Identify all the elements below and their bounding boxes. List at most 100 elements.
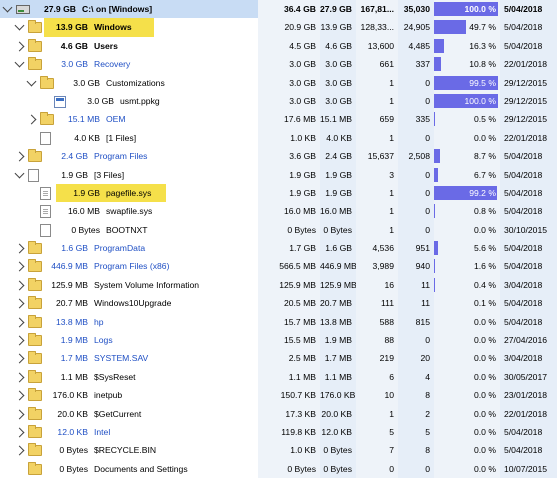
percent-text: 10.8 % [469, 59, 496, 69]
name-cell[interactable]: 16.0 MBswapfile.sys [0, 202, 258, 220]
name-cell[interactable]: 27.9 GBC:\ on [Windows] [0, 0, 258, 18]
tree-row[interactable]: 0 BytesDocuments and Settings0 Bytes0 By… [0, 460, 557, 478]
folders-cell: 0 [398, 202, 434, 220]
size-cell: 12.0 KB [320, 423, 356, 441]
date-cell: 5/04/2018 [500, 147, 557, 165]
tree-row[interactable]: 3.0 GBCustomizations3.0 GB3.0 GB1099.5 %… [0, 74, 557, 92]
percent-text: 0.1 % [474, 298, 496, 308]
name-cell[interactable]: 20.0 KB$GetCurrent [0, 405, 258, 423]
tree-row[interactable]: 20.7 MBWindows10Upgrade20.5 MB20.7 MB111… [0, 294, 557, 312]
chevron-right-icon[interactable] [15, 262, 25, 272]
size-label: 1.9 GB [56, 184, 100, 202]
chevron-down-icon[interactable] [15, 168, 25, 178]
tree-row[interactable]: 12.0 KBIntel119.8 KB12.0 KB550.0 %5/04/2… [0, 423, 557, 441]
tree-row[interactable]: 1.9 GBpagefile.sys1.9 GB1.9 GB1099.2 %5/… [0, 184, 557, 202]
tree-row[interactable]: 125.9 MBSystem Volume Information125.9 M… [0, 276, 557, 294]
chevron-right-icon[interactable] [15, 409, 25, 419]
tree-row[interactable]: 13.8 MBhp15.7 MB13.8 MB5888150.0 %5/04/2… [0, 313, 557, 331]
folder-icon [28, 41, 42, 52]
chevron-right-icon[interactable] [15, 336, 25, 346]
name-cell[interactable]: 1.1 MB$SysReset [0, 368, 258, 386]
name-cell[interactable]: 3.0 GBCustomizations [0, 74, 258, 92]
files-cell: 13,600 [356, 37, 398, 55]
name-cell[interactable]: 1.7 MBSYSTEM.SAV [0, 349, 258, 367]
tree-row[interactable]: 0 Bytes$RECYCLE.BIN1.0 KB0 Bytes780.0 %5… [0, 441, 557, 459]
chevron-down-icon[interactable] [15, 58, 25, 68]
name-cell[interactable]: 20.7 MBWindows10Upgrade [0, 294, 258, 312]
name-cell[interactable]: 0 Bytes$RECYCLE.BIN [0, 441, 258, 459]
tree-row[interactable]: 3.0 GBRecovery3.0 GB3.0 GB66133710.8 %22… [0, 55, 557, 73]
tree-row[interactable]: 1.1 MB$SysReset1.1 MB1.1 MB640.0 %30/05/… [0, 368, 557, 386]
chevron-right-icon[interactable] [15, 391, 25, 401]
chevron-down-icon[interactable] [27, 76, 37, 86]
allocated-cell: 3.0 GB [258, 74, 320, 92]
name-cell[interactable]: 4.0 KB[1 Files] [0, 129, 258, 147]
name-cell[interactable]: 0 BytesBOOTNXT [0, 221, 258, 239]
chevron-right-icon[interactable] [15, 41, 25, 51]
tree-row[interactable]: 0 BytesBOOTNXT0 Bytes0 Bytes100.0 %30/10… [0, 221, 557, 239]
name-cell[interactable]: 2.4 GBProgram Files [0, 147, 258, 165]
name-cell[interactable]: 12.0 KBIntel [0, 423, 258, 441]
name-cell[interactable]: 3.0 GBusmt.ppkg [0, 92, 258, 110]
name-cell[interactable]: 0 BytesDocuments and Settings [0, 460, 258, 478]
chevron-right-icon[interactable] [15, 428, 25, 438]
name-cell[interactable]: 1.9 GBpagefile.sys [0, 184, 258, 202]
name-cell[interactable]: 125.9 MBSystem Volume Information [0, 276, 258, 294]
percent-text: 6.7 % [474, 170, 496, 180]
chevron-right-icon[interactable] [15, 280, 25, 290]
size-label: 4.0 KB [56, 129, 100, 147]
files-cell: 219 [356, 349, 398, 367]
chevron-down-icon[interactable] [15, 21, 25, 31]
date-cell: 29/12/2015 [500, 110, 557, 128]
percent-text: 0.8 % [474, 206, 496, 216]
tree-row[interactable]: 20.0 KB$GetCurrent17.3 KB20.0 KB120.0 %2… [0, 405, 557, 423]
files-cell: 5 [356, 423, 398, 441]
date-cell: 3/04/2018 [500, 349, 557, 367]
folders-cell: 11 [398, 294, 434, 312]
percent-cell: 49.7 % [434, 18, 500, 36]
chevron-right-icon[interactable] [15, 299, 25, 309]
chevron-right-icon[interactable] [15, 372, 25, 382]
tree-row[interactable]: 4.0 KB[1 Files]1.0 KB4.0 KB100.0 %22/01/… [0, 129, 557, 147]
tree-row[interactable]: 4.6 GBUsers4.5 GB4.6 GB13,6004,48516.3 %… [0, 37, 557, 55]
name-cell[interactable]: 176.0 KBinetpub [0, 386, 258, 404]
tree-row[interactable]: 27.9 GBC:\ on [Windows]36.4 GB27.9 GB167… [0, 0, 557, 18]
tree-row[interactable]: 1.9 GB[3 Files]1.9 GB1.9 GB306.7 %5/04/2… [0, 166, 557, 184]
percent-cell: 0.5 % [434, 110, 500, 128]
chevron-right-icon[interactable] [15, 244, 25, 254]
tree-row[interactable]: 1.9 MBLogs15.5 MB1.9 MB8800.0 %27/04/201… [0, 331, 557, 349]
files-cell: 88 [356, 331, 398, 349]
name-cell[interactable]: 13.9 GBWindows [0, 18, 258, 36]
chevron-down-icon[interactable] [3, 3, 13, 13]
name-cell[interactable]: 13.8 MBhp [0, 313, 258, 331]
tree-row[interactable]: 1.6 GBProgramData1.7 GB1.6 GB4,5369515.6… [0, 239, 557, 257]
size-label: 176.0 KB [44, 386, 88, 404]
chevron-right-icon[interactable] [15, 317, 25, 327]
name-cell[interactable]: 4.6 GBUsers [0, 37, 258, 55]
item-name: C:\ on [Windows] [82, 0, 152, 18]
chevron-right-icon[interactable] [15, 354, 25, 364]
tree-row[interactable]: 3.0 GBusmt.ppkg3.0 GB3.0 GB10100.0 %29/1… [0, 92, 557, 110]
name-cell[interactable]: 15.1 MBOEM [0, 110, 258, 128]
chevron-right-icon[interactable] [15, 152, 25, 162]
tree-row[interactable]: 15.1 MBOEM17.6 MB15.1 MB6593350.5 %29/12… [0, 110, 557, 128]
date-cell: 5/04/2018 [500, 423, 557, 441]
name-cell[interactable]: 1.6 GBProgramData [0, 239, 258, 257]
tree-row[interactable]: 16.0 MBswapfile.sys16.0 MB16.0 MB100.8 %… [0, 202, 557, 220]
item-name: ProgramData [94, 239, 145, 257]
tree-row[interactable]: 2.4 GBProgram Files3.6 GB2.4 GB15,6372,5… [0, 147, 557, 165]
name-cell[interactable]: 1.9 MBLogs [0, 331, 258, 349]
percent-cell: 0.1 % [434, 294, 500, 312]
folder-icon [40, 78, 54, 89]
allocated-cell: 1.1 MB [258, 368, 320, 386]
tree-row[interactable]: 1.7 MBSYSTEM.SAV2.5 MB1.7 MB219200.0 %3/… [0, 349, 557, 367]
tree-row[interactable]: 446.9 MBProgram Files (x86)566.5 MB446.9… [0, 257, 557, 275]
tree-row[interactable]: 13.9 GBWindows20.9 GB13.9 GB128,33...24,… [0, 18, 557, 36]
name-cell[interactable]: 3.0 GBRecovery [0, 55, 258, 73]
tree-row[interactable]: 176.0 KBinetpub150.7 KB176.0 KB1080.0 %2… [0, 386, 557, 404]
chevron-right-icon[interactable] [15, 446, 25, 456]
chevron-right-icon[interactable] [27, 115, 37, 125]
name-cell[interactable]: 1.9 GB[3 Files] [0, 166, 258, 184]
percent-text: 0.0 % [474, 427, 496, 437]
name-cell[interactable]: 446.9 MBProgram Files (x86) [0, 257, 258, 275]
